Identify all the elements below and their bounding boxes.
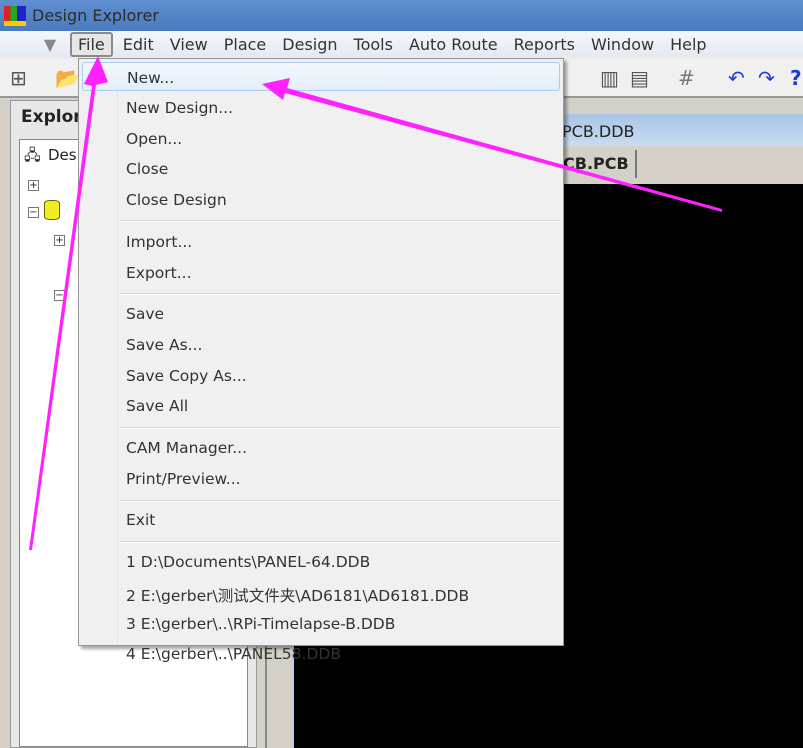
browse-library-icon[interactable]: ▤ bbox=[630, 66, 649, 90]
menu-item-open[interactable]: Open... bbox=[82, 124, 560, 153]
library-icon[interactable]: ▥ bbox=[600, 66, 619, 90]
menu-reports[interactable]: Reports bbox=[508, 34, 581, 55]
recent-file-4[interactable]: 4 E:\gerber\..\PANEL58.DDB bbox=[82, 639, 560, 665]
tree-root[interactable]: Des bbox=[48, 146, 77, 164]
undo-icon[interactable]: ↶ bbox=[728, 66, 745, 90]
menu-separator bbox=[119, 293, 560, 295]
menu-item-close-design[interactable]: Close Design bbox=[82, 185, 560, 214]
recent-file-3[interactable]: 3 E:\gerber\..\RPi-Timelapse-B.DDB bbox=[82, 609, 560, 638]
menu-item-close[interactable]: Close bbox=[82, 154, 560, 183]
menu-item-save-as[interactable]: Save As... bbox=[82, 330, 560, 359]
menu-separator bbox=[119, 427, 560, 429]
database-icon bbox=[44, 200, 60, 220]
collapse-icon[interactable]: − bbox=[54, 290, 65, 301]
menu-item-new-design[interactable]: New Design... bbox=[82, 93, 560, 122]
menu-window[interactable]: Window bbox=[585, 34, 660, 55]
menu-item-cam-manager[interactable]: CAM Manager... bbox=[82, 433, 560, 462]
menu-bar: ▼ File Edit View Place Design Tools Auto… bbox=[0, 31, 803, 58]
document-tab[interactable]: CB.PCB bbox=[557, 150, 637, 178]
menu-item-save[interactable]: Save bbox=[82, 299, 560, 328]
design-root-icon: 🖧 bbox=[24, 146, 41, 164]
menu-tools[interactable]: Tools bbox=[348, 34, 399, 55]
recent-file-1[interactable]: 1 D:\Documents\PANEL-64.DDB bbox=[82, 547, 560, 576]
menu-separator bbox=[119, 541, 560, 543]
title-bar: Design Explorer bbox=[0, 0, 803, 31]
back-arrow-icon[interactable]: ▼ bbox=[30, 35, 70, 55]
menu-item-import[interactable]: Import... bbox=[82, 227, 560, 256]
menu-file[interactable]: File bbox=[70, 32, 113, 57]
file-menu-dropdown: New... New Design... Open... Close Close… bbox=[78, 58, 564, 663]
tree-toggle-icon[interactable]: ⊞ bbox=[10, 66, 27, 90]
recent-file-2[interactable]: 2 E:\gerber\测试文件夹\AD6181\AD6181.DDB bbox=[82, 578, 560, 607]
app-icon bbox=[4, 5, 26, 26]
menu-view[interactable]: View bbox=[164, 34, 214, 55]
help-icon[interactable]: ? bbox=[790, 66, 802, 90]
menu-design[interactable]: Design bbox=[276, 34, 343, 55]
menu-separator bbox=[119, 220, 560, 222]
menu-item-new[interactable]: New... bbox=[82, 62, 560, 91]
menu-item-export[interactable]: Export... bbox=[82, 258, 560, 287]
menu-item-exit[interactable]: Exit bbox=[82, 505, 560, 534]
menu-item-save-all[interactable]: Save All bbox=[82, 391, 560, 420]
collapse-icon[interactable]: − bbox=[28, 207, 39, 218]
expand-icon[interactable]: + bbox=[54, 235, 65, 246]
expand-icon[interactable]: + bbox=[28, 180, 39, 191]
menu-auto-route[interactable]: Auto Route bbox=[403, 34, 504, 55]
menu-edit[interactable]: Edit bbox=[117, 34, 160, 55]
menu-separator bbox=[119, 500, 560, 502]
menu-item-save-copy-as[interactable]: Save Copy As... bbox=[82, 361, 560, 390]
menu-place[interactable]: Place bbox=[218, 34, 273, 55]
grid-icon[interactable]: # bbox=[678, 66, 695, 90]
menu-item-print-preview[interactable]: Print/Preview... bbox=[82, 464, 560, 493]
menu-help[interactable]: Help bbox=[664, 34, 712, 55]
open-folder-icon[interactable]: 📂 bbox=[55, 66, 80, 90]
redo-icon[interactable]: ↷ bbox=[758, 66, 775, 90]
window-title: Design Explorer bbox=[32, 6, 159, 25]
